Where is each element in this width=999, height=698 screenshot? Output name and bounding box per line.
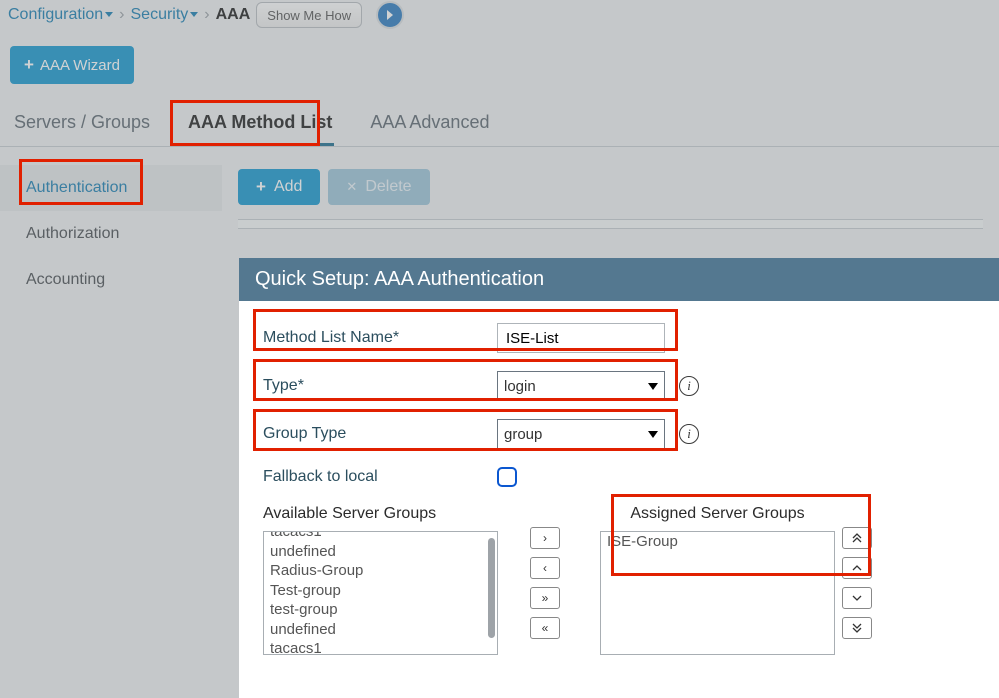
list-item[interactable]: test-group <box>268 600 493 620</box>
method-list-name-input[interactable] <box>497 323 665 353</box>
row-type: Type* login i <box>263 371 975 401</box>
list-item[interactable]: undefined <box>268 542 493 562</box>
dual-list-row: Available Server Groups tacacs1undefined… <box>263 505 975 655</box>
list-item[interactable]: Test-group <box>268 581 493 601</box>
group-type-select-value: group <box>504 426 542 443</box>
double-chevron-down-icon <box>851 623 863 633</box>
quick-setup-modal: Quick Setup: AAA Authentication Method L… <box>239 258 999 698</box>
order-controls <box>835 505 879 639</box>
label-available: Available Server Groups <box>263 505 498 523</box>
move-left-button[interactable]: ‹ <box>530 557 560 579</box>
info-icon[interactable]: i <box>679 376 699 396</box>
row-group-type: Group Type group i <box>263 419 975 449</box>
double-chevron-up-icon <box>851 533 863 543</box>
label-method-list-name: Method List Name* <box>263 329 497 347</box>
move-bottom-button[interactable] <box>842 617 872 639</box>
shuttle-controls: › ‹ » « <box>498 505 592 639</box>
label-assigned: Assigned Server Groups <box>600 505 835 523</box>
label-fallback: Fallback to local <box>263 468 497 486</box>
move-all-right-button[interactable]: » <box>530 587 560 609</box>
move-down-button[interactable] <box>842 587 872 609</box>
list-item[interactable]: undefined <box>268 620 493 640</box>
chevron-down-icon <box>851 593 863 603</box>
chevron-down-icon <box>648 431 658 438</box>
chevron-down-icon <box>648 383 658 390</box>
modal-body: Method List Name* Type* login i Group Ty… <box>239 301 999 677</box>
fallback-checkbox[interactable] <box>497 467 517 487</box>
chevron-up-icon <box>851 563 863 573</box>
move-top-button[interactable] <box>842 527 872 549</box>
row-fallback: Fallback to local <box>263 467 975 487</box>
info-icon[interactable]: i <box>679 424 699 444</box>
type-select[interactable]: login <box>497 371 665 401</box>
group-type-select[interactable]: group <box>497 419 665 449</box>
row-method-list-name: Method List Name* <box>263 323 975 353</box>
list-item[interactable]: tacacs1 <box>268 531 493 542</box>
available-server-groups-list[interactable]: tacacs1undefinedRadius-GroupTest-groupte… <box>263 531 498 655</box>
scrollbar[interactable] <box>488 538 495 638</box>
list-item[interactable]: ISE-Group <box>605 532 830 552</box>
assigned-server-groups-list[interactable]: ISE-Group <box>600 531 835 655</box>
assigned-column: Assigned Server Groups ISE-Group <box>600 505 835 655</box>
modal-title: Quick Setup: AAA Authentication <box>239 258 999 301</box>
move-up-button[interactable] <box>842 557 872 579</box>
available-column: Available Server Groups tacacs1undefined… <box>263 505 498 655</box>
label-group-type: Group Type <box>263 425 497 443</box>
list-item[interactable]: Radius-Group <box>268 561 493 581</box>
list-item[interactable]: tacacs1 <box>268 639 493 655</box>
label-type: Type* <box>263 377 497 395</box>
move-right-button[interactable]: › <box>530 527 560 549</box>
move-all-left-button[interactable]: « <box>530 617 560 639</box>
type-select-value: login <box>504 378 536 395</box>
